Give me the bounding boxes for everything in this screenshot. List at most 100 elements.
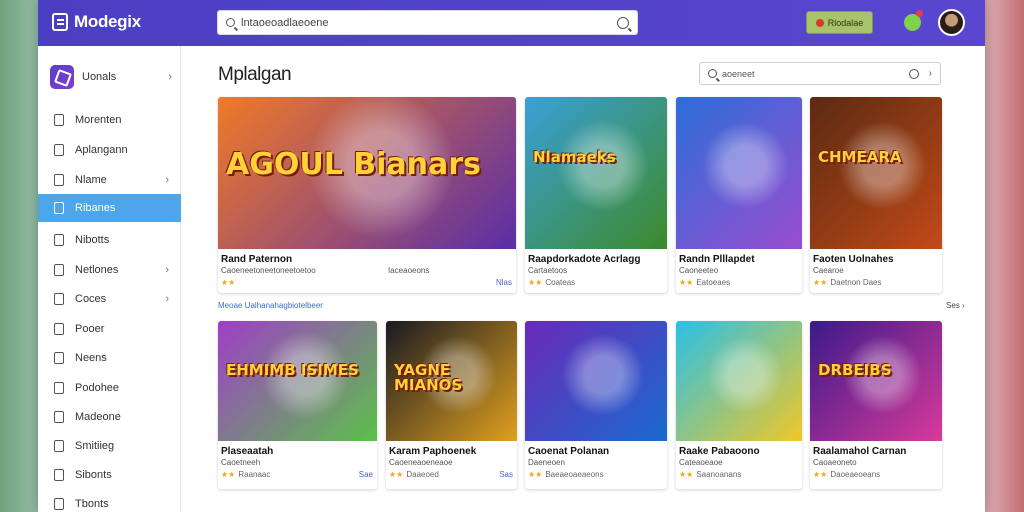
chevron-right-icon: ›: [165, 293, 169, 305]
chevron-right-icon: ›: [165, 174, 169, 186]
game-card[interactable]: CHMEARA Faoten Uolnahes Caearoe ★★ Daetnon D…: [810, 97, 942, 293]
sidebar-header[interactable]: Uonals ›: [50, 64, 172, 89]
game-meta: ★★ Daetnon Daes: [813, 278, 882, 287]
sidebar-item-label: Morenten: [75, 114, 122, 126]
game-meta-text: Eatoeaes: [696, 278, 731, 287]
top-action-button[interactable]: Rlodalae: [806, 11, 873, 34]
sidebar-item[interactable]: Coces ›: [38, 285, 181, 313]
game-thumbnail[interactable]: CHMEARA: [810, 97, 942, 249]
game-thumbnail[interactable]: EHMIMB ISIMES: [218, 321, 377, 441]
nav-item-icon: [54, 114, 64, 126]
thumbnail-title-art: CHMEARA: [818, 148, 902, 166]
rating-icon: ★★: [389, 470, 404, 479]
game-meta: ★★: [221, 278, 238, 287]
game-card[interactable]: YAGNE MIANOS Karam Paphoenek Caoeneaoeneao…: [386, 321, 517, 489]
rating-icon: ★★: [528, 470, 543, 479]
rating-icon: ★★: [813, 470, 828, 479]
game-meta: ★★ Daoeaeoeans: [813, 470, 880, 479]
sidebar-item[interactable]: Ribanes: [38, 194, 181, 222]
game-title[interactable]: Raalamahol Carnan: [813, 446, 906, 457]
rating-icon: ★★: [813, 278, 828, 287]
sidebar-item[interactable]: Smitiieg: [38, 432, 181, 460]
rating-icon: ★★: [221, 470, 236, 479]
section-label[interactable]: Meoae Ualhanahagbiotelbeer: [218, 301, 323, 310]
nav-item-icon: [54, 498, 64, 510]
game-thumbnail[interactable]: AGOUL Bianars: [218, 97, 516, 249]
game-subtitle: Daeneoen: [528, 458, 565, 467]
game-card[interactable]: DRBEIBS Raalamahol Carnan Caoaeoneto ★★ Daoe…: [810, 321, 942, 489]
page-title: Mplalgan: [218, 64, 292, 85]
sidebar-item-label: Neens: [75, 352, 107, 364]
rating-icon: ★★: [679, 470, 694, 479]
search-submit-icon[interactable]: [617, 16, 629, 29]
sidebar-item-label: Tbonts: [75, 498, 109, 510]
game-title[interactable]: Caoenat Polanan: [528, 446, 609, 457]
game-thumbnail[interactable]: YAGNE MIANOS: [386, 321, 517, 441]
game-title[interactable]: Faoten Uolnahes: [813, 254, 894, 265]
sidebar-item-label: Netlones: [75, 264, 119, 276]
sidebar-item-label: Podohee: [75, 382, 120, 394]
filter-toggle-icon[interactable]: [908, 68, 919, 79]
nav-item-icon: [54, 144, 64, 156]
game-thumbnail[interactable]: [525, 321, 667, 441]
game-card[interactable]: AGOUL Bianars Rand Paternon Caoeneetoneeto…: [218, 97, 516, 293]
game-subtitle: Caoeneaoeneaoe: [389, 458, 453, 467]
rating-icon: ★★: [221, 278, 236, 287]
app-logo[interactable]: Modegix: [52, 12, 141, 32]
record-icon: [815, 18, 824, 27]
sidebar-item-label: Nibotts: [75, 234, 110, 246]
sidebar-item[interactable]: Podohee: [38, 374, 181, 402]
search-input[interactable]: lntaoeoadlaeoene: [217, 10, 638, 35]
logo-text: Modegix: [74, 12, 141, 31]
game-meta-text: Daoeaeoeans: [830, 470, 881, 479]
see-all-link[interactable]: Ses ›: [946, 301, 965, 310]
sidebar-item[interactable]: Tbonts: [38, 490, 181, 512]
game-card[interactable]: Caoenat Polanan Daeneoen ★★ Baeaeoaeaeons: [525, 321, 667, 489]
filter-input[interactable]: aoeneet ›: [699, 62, 941, 85]
game-subtitle: Caoetneeh: [221, 458, 261, 467]
game-meta-text: Coateas: [545, 278, 576, 287]
game-card[interactable]: Nlamaeks Raapdorkadote Acrlagg Cartaetoos ★…: [525, 97, 667, 293]
game-title[interactable]: Randn Plllapdet: [679, 254, 755, 265]
workspace-icon: [50, 64, 74, 89]
game-card[interactable]: EHMIMB ISIMES Plaseaatah Caoetneeh ★★ Raanaa…: [218, 321, 377, 489]
game-title[interactable]: Karam Paphoenek: [389, 446, 476, 457]
sidebar-item[interactable]: Nlame ›: [38, 166, 181, 194]
game-thumbnail[interactable]: [676, 321, 802, 441]
sidebar-item[interactable]: Madeone: [38, 403, 181, 431]
sidebar-item[interactable]: Morenten: [38, 106, 181, 134]
rating-icon: ★★: [528, 278, 543, 287]
game-price[interactable]: Sae: [359, 470, 373, 479]
sidebar-item[interactable]: Neens: [38, 344, 181, 372]
game-card[interactable]: Randn Plllapdet Caoneeteo ★★ Eatoeaes: [676, 97, 802, 293]
search-icon: [226, 18, 235, 27]
sidebar-item[interactable]: Aplangann: [38, 136, 181, 164]
game-thumbnail[interactable]: DRBEIBS: [810, 321, 942, 441]
game-card[interactable]: Raake Pabaoono Cateaoeaoe ★★ Saanoanans: [676, 321, 802, 489]
sidebar-item[interactable]: Sibonts: [38, 461, 181, 489]
game-thumbnail[interactable]: Nlamaeks: [525, 97, 667, 249]
top-bar: Modegix lntaoeoadlaeoene Rlodalae: [38, 0, 985, 46]
game-subtitle: Cartaetoos: [528, 266, 568, 275]
game-title[interactable]: Raake Pabaoono: [679, 446, 760, 457]
game-meta-text: Saanoanans: [696, 470, 742, 479]
chevron-right-icon[interactable]: ›: [929, 68, 932, 79]
game-title[interactable]: Rand Paternon: [221, 254, 292, 265]
avatar[interactable]: [938, 9, 965, 36]
sidebar-item[interactable]: Netlones ›: [38, 256, 181, 284]
game-subtitle: Caearoe: [813, 266, 844, 275]
sidebar-item[interactable]: Pooer: [38, 315, 181, 343]
sidebar-item-label: Coces: [75, 293, 107, 305]
game-price[interactable]: Sas: [499, 470, 513, 479]
game-meta: ★★ Saanoanans: [679, 470, 741, 479]
sidebar-item-label: Sibonts: [75, 469, 112, 481]
game-meta: ★★ Eatoeaes: [679, 278, 730, 287]
thumbnail-title-art: YAGNE MIANOS: [394, 361, 463, 394]
game-price[interactable]: Nlas: [496, 278, 512, 287]
game-title[interactable]: Raapdorkadote Acrlagg: [528, 254, 640, 265]
game-title[interactable]: Plaseaatah: [221, 446, 273, 457]
game-meta: ★★ Baeaeoaeaeons: [528, 470, 604, 479]
thumbnail-title-art: Nlamaeks: [533, 148, 616, 166]
sidebar-item[interactable]: Nibotts: [38, 226, 181, 254]
game-thumbnail[interactable]: [676, 97, 802, 249]
